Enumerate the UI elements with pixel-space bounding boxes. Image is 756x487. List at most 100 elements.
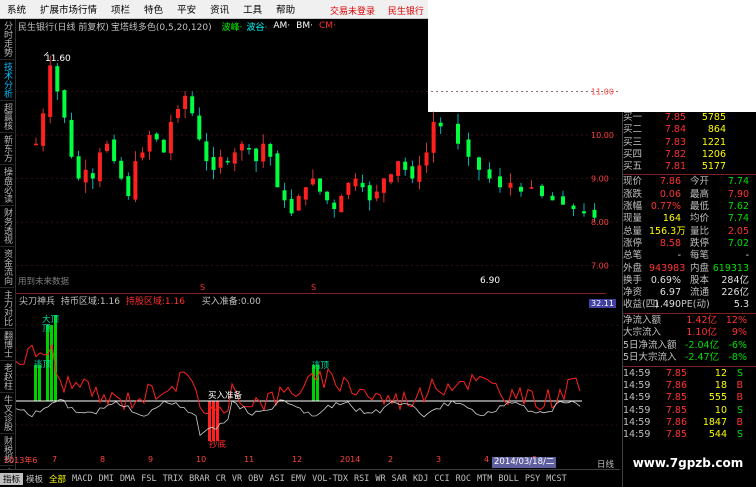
indicator-tab[interactable]: OBV [245,474,266,484]
quote-value-2: 7.62 [727,201,749,213]
indicator-tab[interactable]: VR [229,474,245,484]
menu-item[interactable]: 系统 [0,2,33,16]
left-tab[interactable]: 资金流向 [0,247,14,288]
left-tab[interactable]: 牛叉诊股 [0,393,14,434]
menu-item[interactable]: 平安 [170,2,203,16]
candle-body [508,182,513,188]
candle-body [62,90,67,118]
tick-row: 14:59 7.86 1847 B [623,417,756,429]
masked-area [242,226,512,259]
left-tab[interactable]: 翻博士 [0,329,14,361]
order-book-row: 买五 7.81 5177 [623,161,756,173]
candle-body [561,196,565,205]
candle-body [396,161,401,176]
quote-value: 6.97 [659,287,681,299]
tick-time: 14:59 [623,392,651,404]
indicator-tab[interactable]: ASI [266,474,287,484]
flow-row: 5日净流入额 -2.04亿 -6% [623,340,756,353]
candle-body [374,191,379,199]
tick-price: 7.85 [665,392,687,404]
tick-row: 14:59 7.85 10 S [623,405,756,417]
candle-body [318,178,322,192]
indicator-tab[interactable]: FSL [138,474,159,484]
quote-value: 8.58 [659,237,681,249]
menu-item[interactable]: 帮助 [269,2,302,16]
indicator-tab[interactable]: EMV [288,474,309,484]
flow-label: 5日净流入额 [623,339,677,351]
trade-status-link[interactable]: 交易未登录 [330,7,375,17]
candle-body [403,161,408,170]
quote-value-2: 7.90 [727,188,749,200]
indicator-tab[interactable]: MACD [69,474,95,484]
candle-body [431,121,436,153]
candle-body [133,161,138,200]
tick-row: 14:59 7.85 555 B [623,392,756,404]
menu-item[interactable]: 资讯 [203,2,236,16]
indicator-tab[interactable]: MTM [474,474,495,484]
bid-volume: 1206 [701,148,726,160]
candle-body [225,160,230,163]
menu-item[interactable]: 项栏 [104,2,137,16]
left-tab[interactable]: 操盘必读 [0,165,14,206]
flow-label: 净流入额 [623,314,662,326]
bm-label: BM· [296,21,313,31]
indicator-tab[interactable]: MCST [543,474,569,484]
tick-side: S [736,429,743,441]
quote-row: 外盘 943983 内盘 619313 [623,263,756,275]
bid-price: 7.81 [664,161,686,173]
oscillator-chart[interactable]: 大顶 顶 逃顶 买入准备 抄底 逃顶 [16,305,620,455]
candle-body [112,139,117,162]
indicator-tab[interactable]: 全部 [46,473,69,485]
indicator-tab[interactable]: SAR [389,474,410,484]
tick-side: B [736,416,743,428]
indicator-tab[interactable]: 模板 [23,473,46,485]
quote-value-2: 226亿 [721,287,749,299]
quote-value: 7.86 [659,176,681,188]
quote-row: 收益(四) 1.490 PE(动) 5.3 [623,299,756,311]
y-axis-label: 9.00 [591,175,609,184]
indicator-tab[interactable]: PSY [522,474,543,484]
indicator-tab[interactable]: CR [213,474,229,484]
tick-price: 7.85 [665,429,687,441]
indicator-tab[interactable]: DMI [96,474,117,484]
quote-row: 现价 7.86 今开 7.74 [623,176,756,188]
indicator-tab[interactable]: 指标 [0,472,24,485]
y-axis-label: 11.00 [591,88,614,97]
tick-time: 14:59 [623,367,651,379]
candle-body [353,178,358,187]
indicator-tab[interactable]: CCI [431,474,452,484]
tick-time: 14:59 [623,416,651,428]
left-tab[interactable]: 新东方 [0,133,14,165]
flow-label: 5日大宗流入 [623,352,677,364]
quote-row: 现量 164 均价 7.74 [623,213,756,225]
quote-label-2: 内盘 [689,262,709,274]
candle-body [218,156,223,168]
indicator-tab[interactable]: WR [372,474,388,484]
indicator-tab[interactable]: DMA [117,474,138,484]
stock-name-link[interactable]: 民生银行 [388,7,424,17]
indicator-tab[interactable]: ROC [453,474,474,484]
menu-item[interactable]: 扩展市场行情 [33,2,104,16]
indicator-tab[interactable]: RSI [351,474,372,484]
left-tab[interactable]: 老赵柱 [0,361,14,393]
quote-label: 总量 [623,225,643,237]
left-tab[interactable]: 分时走势 [0,19,14,60]
indicator-tab[interactable]: KDJ [410,474,431,484]
menu-item[interactable]: 特色 [137,2,170,16]
left-sidebar: 分时走势 技术分析 超赢核 新东方 操盘必读 财务透视 资金流向 主力对比 翻博士 老赵柱 牛叉诊股… [0,19,16,469]
menu-item[interactable]: 工具 [236,2,269,16]
candle-body [339,195,344,213]
indicator-tab[interactable]: BOLL [495,474,521,484]
indicator-tab[interactable]: BRAR [186,474,212,484]
indicator-tab[interactable]: VOL-TDX [309,474,351,484]
indicator-tab[interactable]: TRIX [160,474,186,484]
left-tab[interactable]: 技术分析 [0,60,14,101]
left-tab[interactable]: 财务透视 [0,206,14,247]
bid-volume: 5177 [701,161,726,173]
candle-body [529,187,534,189]
quote-row: 总量 156.3万 量比 2.05 [623,226,756,238]
left-tab[interactable]: 超赢核 [0,101,14,133]
candle-body [232,152,237,164]
left-tab[interactable]: 主力对比 [0,288,14,329]
flow-value: -2.04亿 [685,339,720,351]
